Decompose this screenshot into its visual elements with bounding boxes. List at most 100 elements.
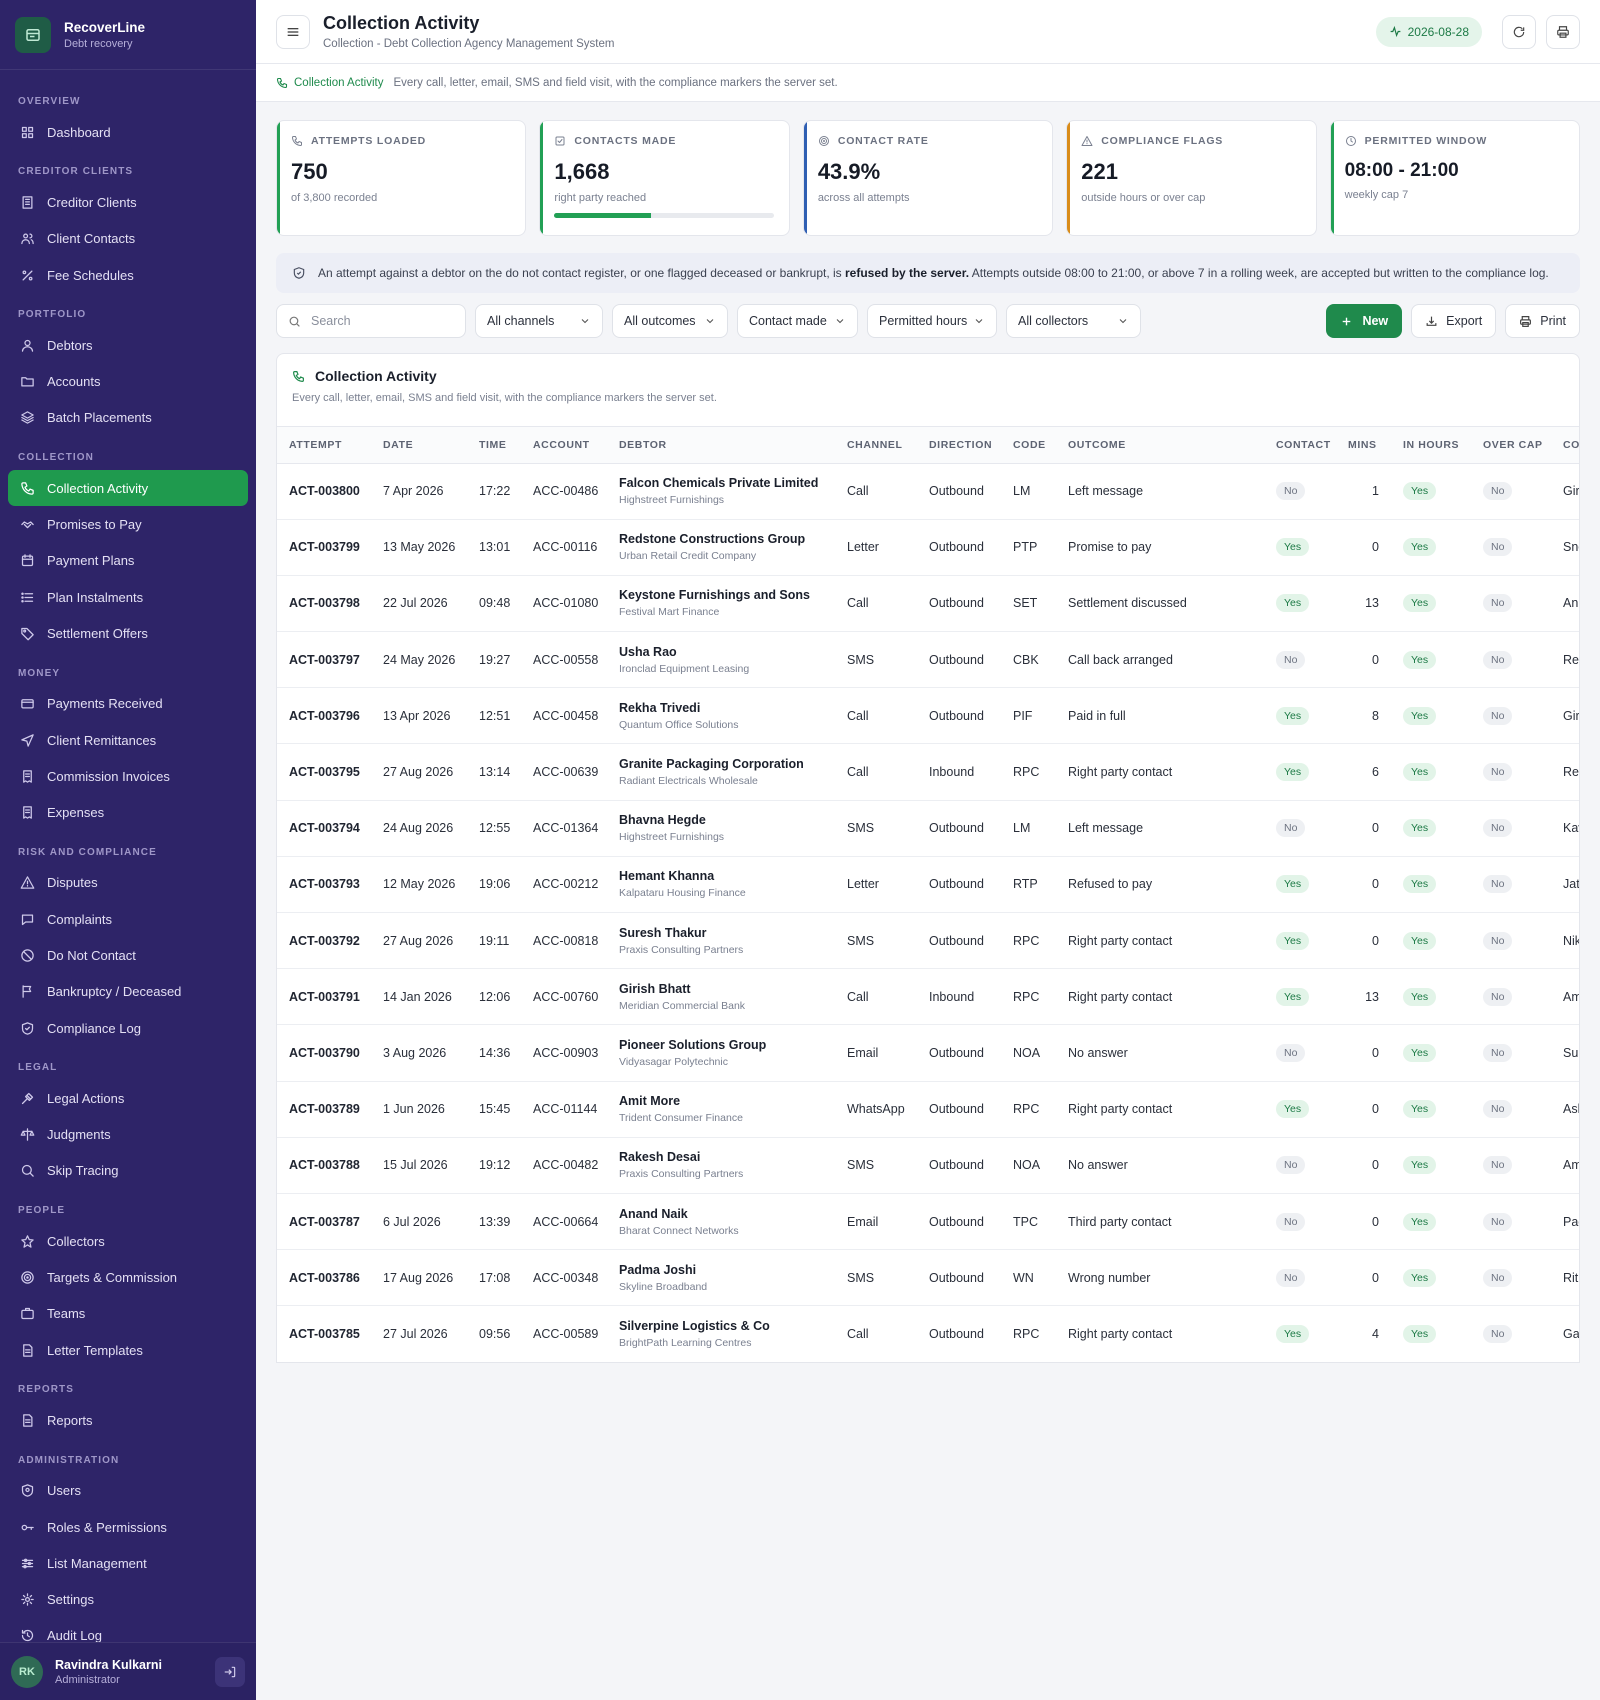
column-header-outcome[interactable]: OUTCOME [1056, 427, 1264, 464]
sidebar-item-dashboard[interactable]: Dashboard [8, 114, 248, 150]
table-row[interactable]: ACT-003795 27 Aug 2026 13:14 ACC-00639 Grani… [277, 743, 1579, 801]
table-row[interactable]: ACT-003799 13 May 2026 13:01 ACC-00116 Redst… [277, 519, 1579, 576]
new-button[interactable]: New [1326, 304, 1403, 338]
activity-icon [1390, 25, 1400, 38]
sidebar-item-skip-tracing[interactable]: Skip Tracing [8, 1153, 248, 1189]
export-button[interactable]: Export [1411, 304, 1497, 338]
sidebar-item-targets-commission[interactable]: Targets & Commission [8, 1259, 248, 1295]
sidebar-item-settlement-offers[interactable]: Settlement Offers [8, 615, 248, 651]
in-hours-badge: Yes [1403, 763, 1437, 782]
sidebar-item-payment-plans[interactable]: Payment Plans [8, 543, 248, 579]
sidebar-item-reports[interactable]: Reports [8, 1402, 248, 1438]
filter-hours[interactable]: Permitted hours [867, 304, 997, 338]
contact-badge: Yes [1276, 706, 1310, 725]
table-row[interactable]: ACT-003798 22 Jul 2026 09:48 ACC-01080 Keyst… [277, 575, 1579, 633]
menu-toggle-button[interactable] [276, 14, 310, 49]
filter-outcomes[interactable]: All outcomes [612, 304, 728, 338]
sidebar-item-promises-to-pay[interactable]: Promises to Pay [8, 506, 248, 542]
column-header-account[interactable]: ACCOUNT [521, 427, 607, 464]
column-header-contact[interactable]: CONTACT [1264, 427, 1336, 464]
sidebar-item-accounts[interactable]: Accounts [8, 363, 248, 399]
sidebar-item-payments-received[interactable]: Payments Received [8, 686, 248, 722]
sidebar-item-commission-invoices[interactable]: Commission Invoices [8, 758, 248, 794]
sidebar-item-expenses[interactable]: Expenses [8, 794, 248, 830]
breadcrumb-link[interactable]: Collection Activity [294, 77, 383, 89]
sidebar-item-creditor-clients[interactable]: Creditor Clients [8, 184, 248, 220]
table-row[interactable]: ACT-003793 12 May 2026 19:06 ACC-00212 Heman… [277, 856, 1579, 914]
current-date: 2026-08-28 [1407, 24, 1469, 39]
table-row[interactable]: ACT-003796 13 Apr 2026 12:51 ACC-00458 Rekha… [277, 687, 1579, 745]
contact-badge: Yes [1276, 875, 1310, 894]
table-row[interactable]: ACT-003786 17 Aug 2026 17:08 ACC-00348 Padma… [277, 1249, 1579, 1307]
filter-collectors[interactable]: All collectors [1006, 304, 1141, 338]
column-header-mins[interactable]: MINS [1336, 427, 1391, 464]
sidebar-item-collectors[interactable]: Collectors [8, 1223, 248, 1259]
print-top-button[interactable] [1546, 14, 1580, 49]
sidebar-item-fee-schedules[interactable]: Fee Schedules [8, 257, 248, 293]
table-row[interactable]: ACT-003788 15 Jul 2026 19:12 ACC-00482 Rakes… [277, 1137, 1579, 1194]
debtor-name: Silverpine Logistics & Co [619, 1318, 770, 1333]
column-header-channel[interactable]: CHANNEL [835, 427, 917, 464]
table-row[interactable]: ACT-003791 14 Jan 2026 12:06 ACC-00760 Giris… [277, 968, 1579, 1026]
sidebar-item-compliance-log[interactable]: Compliance Log [8, 1010, 248, 1046]
sidebar-item-collection-activity[interactable]: Collection Activity [8, 470, 248, 507]
print-button[interactable]: Print [1505, 304, 1580, 338]
table-row[interactable]: ACT-003792 27 Aug 2026 19:11 ACC-00818 Sures… [277, 912, 1579, 970]
sidebar-item-users[interactable]: Users [8, 1473, 248, 1509]
debtor-cell: Bhavna Hegde Highstreet Furnishings [607, 800, 835, 857]
sidebar-item-batch-placements[interactable]: Batch Placements [8, 400, 248, 436]
sidebar-item-disputes[interactable]: Disputes [8, 865, 248, 901]
column-header-direction[interactable]: DIRECTION [917, 427, 1001, 464]
column-header-in-hours[interactable]: IN HOURS [1391, 427, 1471, 464]
sidebar-item-label: Promises to Pay [47, 517, 142, 533]
sidebar-item-settings[interactable]: Settings [8, 1582, 248, 1618]
sidebar-item-list-management[interactable]: List Management [8, 1545, 248, 1581]
column-header-attempt[interactable]: ATTEMPT [277, 427, 371, 464]
table-row[interactable]: ACT-003790 3 Aug 2026 14:36 ACC-00903 Pionee… [277, 1024, 1579, 1082]
table-row[interactable]: ACT-003789 1 Jun 2026 15:45 ACC-01144 Amit M… [277, 1081, 1579, 1138]
filter-contact[interactable]: Contact made [737, 304, 858, 338]
column-header-code[interactable]: CODE [1001, 427, 1056, 464]
table-row[interactable]: ACT-003797 24 May 2026 19:27 ACC-00558 Usha … [277, 631, 1579, 689]
sidebar-item-legal-actions[interactable]: Legal Actions [8, 1080, 248, 1116]
sidebar-item-do-not-contact[interactable]: Do Not Contact [8, 937, 248, 973]
sidebar-item-judgments[interactable]: Judgments [8, 1117, 248, 1153]
creditor-client: Praxis Consulting Partners [619, 943, 744, 956]
sidebar-item-plan-instalments[interactable]: Plan Instalments [8, 579, 248, 615]
table-row[interactable]: ACT-003787 6 Jul 2026 13:39 ACC-00664 Anand … [277, 1193, 1579, 1251]
debtor-name: Hemant Khanna [619, 869, 715, 884]
table-row[interactable]: ACT-003800 7 Apr 2026 17:22 ACC-00486 Falcon… [277, 463, 1579, 520]
column-header-debtor[interactable]: DEBTOR [607, 427, 835, 464]
contact-cell: Yes [1264, 519, 1336, 576]
column-header-time[interactable]: TIME [467, 427, 521, 464]
sidebar-item-letter-templates[interactable]: Letter Templates [8, 1332, 248, 1368]
table-row[interactable]: ACT-00378427 Aug 202620:08ACC-00356Varun… [277, 1362, 1580, 1363]
sidebar-item-roles-permissions[interactable]: Roles & Permissions [8, 1509, 248, 1545]
minutes: 6 [1336, 743, 1391, 801]
attempt-time: 19:12 [467, 1137, 521, 1194]
new-label: New [1362, 314, 1389, 328]
filter-channels[interactable]: All channels [475, 304, 603, 338]
table-row[interactable]: ACT-003785 27 Jul 2026 09:56 ACC-00589 Silve… [277, 1305, 1579, 1362]
over-cap-badge: No [1483, 875, 1513, 894]
refresh-button[interactable] [1502, 14, 1536, 49]
sidebar-item-teams[interactable]: Teams [8, 1296, 248, 1332]
sidebar-item-bankruptcy-deceased[interactable]: Bankruptcy / Deceased [8, 974, 248, 1010]
table-row[interactable]: ACT-003794 24 Aug 2026 12:55 ACC-01364 Bhavn… [277, 800, 1579, 857]
creditor-client: BrightPath Learning Centres [619, 1336, 752, 1349]
column-header-over-cap[interactable]: OVER CAP [1471, 427, 1551, 464]
contact-cell: No [1264, 1024, 1336, 1082]
sidebar-item-debtors[interactable]: Debtors [8, 327, 248, 363]
avatar[interactable]: RK [11, 1655, 43, 1688]
column-header-co[interactable]: CO [1551, 427, 1579, 464]
stat-subtext: across all attempts [817, 192, 910, 204]
in-hours-cell: Yes [1391, 743, 1471, 801]
sidebar-item-complaints[interactable]: Complaints [8, 901, 248, 937]
direction: Outbound [917, 631, 1001, 689]
search-input[interactable]: Search [276, 304, 466, 338]
sidebar-item-client-contacts[interactable]: Client Contacts [8, 221, 248, 257]
channel: Call [835, 743, 917, 801]
logout-button[interactable] [215, 1656, 245, 1687]
sidebar-item-client-remittances[interactable]: Client Remittances [8, 722, 248, 758]
column-header-date[interactable]: DATE [371, 427, 467, 464]
